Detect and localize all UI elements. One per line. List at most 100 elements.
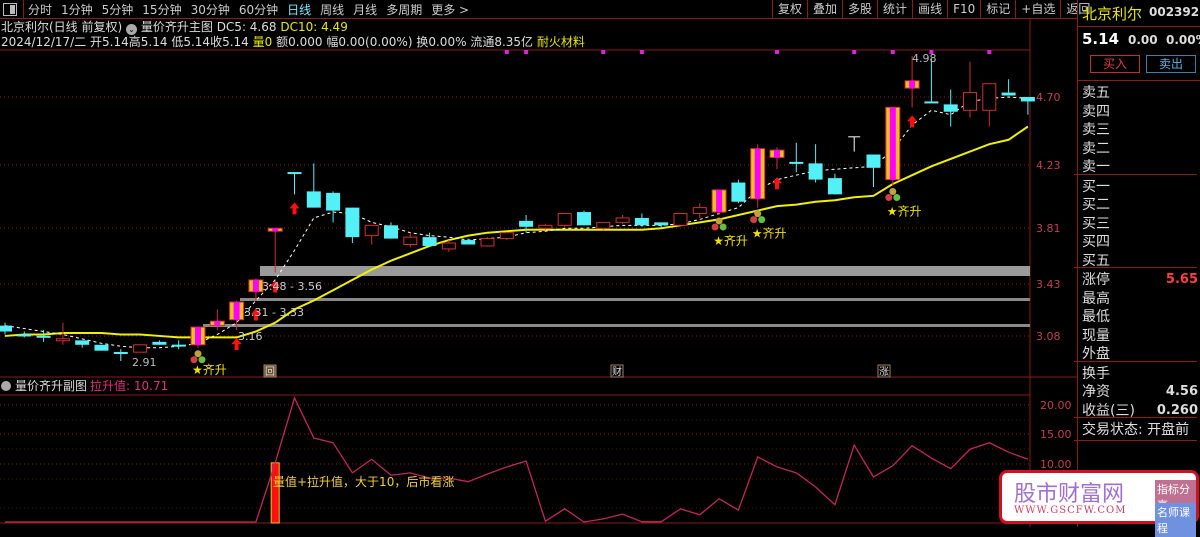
period-tab[interactable]: 多周期 bbox=[386, 3, 422, 17]
period-tab[interactable]: 15分钟 bbox=[142, 3, 181, 17]
divider bbox=[1074, 173, 1197, 175]
high-label: 4.98 bbox=[912, 52, 937, 65]
signal-label: ★齐升 bbox=[713, 233, 748, 248]
row-label: 交易状态: 开盘前 bbox=[1082, 422, 1190, 438]
ball-icon bbox=[754, 210, 762, 218]
candle-body-limit bbox=[774, 150, 780, 158]
row-label: 净资 bbox=[1082, 384, 1110, 400]
toolbar-button[interactable]: 统计 bbox=[877, 0, 912, 19]
range: 幅0.00(0.00%) bbox=[326, 35, 413, 49]
low-label: 2.91 bbox=[132, 356, 157, 369]
period-tab[interactable]: 5分钟 bbox=[102, 3, 134, 17]
watermark-url: WWW.GSCFW.COM bbox=[1014, 505, 1127, 516]
toolbar-button[interactable]: 复权 bbox=[772, 0, 807, 19]
candle-body-down bbox=[306, 191, 321, 208]
indicator-name[interactable]: 量价齐升主图 bbox=[141, 20, 213, 34]
toolbar-button[interactable]: 画线 bbox=[912, 0, 947, 19]
tool-buttons: 复权 叠加 多股 统计 画线 F10 标记 +自选 返回 bbox=[772, 0, 1095, 19]
period-tab[interactable]: 周线 bbox=[320, 3, 344, 17]
sector[interactable]: 耐火材料 bbox=[537, 35, 585, 49]
sell-button[interactable]: 卖出 bbox=[1146, 55, 1196, 73]
signal-dot bbox=[890, 50, 895, 54]
candle-body-limit bbox=[716, 189, 723, 213]
lift-value-line bbox=[5, 396, 1029, 523]
quote-line: 2024/12/17/二 开5.14高5.14 低5.14收5.14 量0 额0… bbox=[1, 35, 585, 50]
candle-body-down bbox=[731, 182, 746, 202]
candle-body-up bbox=[364, 224, 379, 237]
candle-body-down bbox=[789, 161, 804, 164]
toolbar-button[interactable]: +自选 bbox=[1015, 0, 1060, 19]
row-label: 卖二 bbox=[1082, 140, 1110, 157]
period-tab[interactable]: 60分钟 bbox=[239, 3, 278, 17]
row-label: 买一 bbox=[1082, 178, 1110, 195]
row-value: 4.56 bbox=[1165, 384, 1198, 399]
row-label: 买二 bbox=[1082, 197, 1110, 213]
quote-row: 交易状态: 开盘前 bbox=[1082, 421, 1200, 439]
period-tab[interactable]: 更多 > bbox=[431, 3, 469, 17]
candle-body-up bbox=[441, 242, 456, 250]
quote-row: 涨停 5.65 bbox=[1082, 271, 1200, 289]
toolbar-button[interactable]: 叠加 bbox=[807, 0, 842, 19]
toolbar-button[interactable]: 多股 bbox=[842, 0, 877, 19]
quote-row: 买二 bbox=[1082, 196, 1200, 214]
quote-row: 净资 4.56 bbox=[1082, 383, 1200, 401]
candle-body-up bbox=[403, 236, 418, 245]
sub-note: 量值+拉升值，大于10，后市看涨 bbox=[273, 474, 454, 489]
price-tick: 3.43 bbox=[1036, 278, 1061, 291]
date: 2024/12/17/二 bbox=[1, 35, 87, 49]
event-icon: 涨 bbox=[879, 366, 889, 378]
panel-toggle-icon[interactable] bbox=[3, 2, 17, 16]
signal-dot bbox=[524, 50, 529, 54]
signal-dot bbox=[852, 50, 857, 54]
signal-dot bbox=[775, 50, 779, 54]
candle-body-down bbox=[1001, 92, 1016, 96]
toolbar-button[interactable]: 标记 bbox=[980, 0, 1015, 19]
change-percent: 0.00% bbox=[1165, 33, 1200, 47]
candle-body-limit bbox=[252, 279, 259, 292]
dropdown-icon[interactable]: ⌄ bbox=[126, 24, 138, 35]
support-band bbox=[240, 298, 1030, 301]
buy-button[interactable]: 买入 bbox=[1090, 55, 1140, 73]
quote-row: 最低 bbox=[1082, 308, 1200, 326]
price-change: 0.00 0.00% bbox=[1128, 33, 1200, 47]
toolbar-button[interactable]: F10 bbox=[947, 0, 980, 19]
price-tick: 3.08 bbox=[1036, 330, 1061, 343]
candle-body-limit bbox=[233, 302, 240, 320]
candle-body-up bbox=[596, 221, 611, 229]
candle-body-up bbox=[499, 232, 514, 240]
ball-icon bbox=[893, 193, 901, 201]
candle-body-down bbox=[654, 222, 669, 226]
row-label: 买四 bbox=[1082, 234, 1110, 250]
period-tab[interactable]: 1分钟 bbox=[61, 3, 93, 17]
candle-body-down bbox=[152, 341, 167, 345]
high: 高5.14 bbox=[128, 35, 168, 49]
sub-value: 拉升值: 10.71 bbox=[90, 378, 168, 393]
period-tab[interactable]: 月线 bbox=[353, 3, 377, 17]
candle-body-down bbox=[384, 225, 398, 239]
dc5-value: DC5: 4.68 bbox=[216, 20, 277, 34]
period-tab[interactable]: 分时 bbox=[28, 3, 52, 17]
candle-body-up bbox=[133, 344, 148, 353]
event-icon: 财 bbox=[612, 365, 622, 378]
period-tab[interactable]: 30分钟 bbox=[191, 3, 230, 17]
signal-label: ★齐升 bbox=[887, 203, 922, 218]
candle-body-limit bbox=[195, 327, 201, 345]
candle-body-up bbox=[982, 83, 997, 111]
period-tab[interactable]: 日线 bbox=[287, 3, 311, 17]
row-label: 买三 bbox=[1082, 215, 1110, 232]
signal-label: ★齐升 bbox=[192, 362, 227, 377]
candle-body-up bbox=[963, 92, 977, 111]
ball-icon bbox=[194, 350, 202, 358]
price-tick: 4.23 bbox=[1036, 159, 1061, 172]
low: 低5.14 bbox=[171, 35, 211, 49]
row-label: 卖四 bbox=[1082, 103, 1110, 120]
ball-icon bbox=[750, 216, 758, 224]
volume-label: 量 bbox=[252, 35, 265, 49]
candle-body-limit bbox=[909, 80, 916, 89]
watermark-name: 股市财富网 bbox=[1014, 482, 1125, 507]
ball-icon bbox=[889, 187, 897, 195]
band-label: 3.31 - 3.33 bbox=[244, 306, 304, 319]
sub-title: 量价齐升副图 bbox=[15, 378, 87, 393]
candle-body-up bbox=[538, 224, 553, 229]
kline-chart[interactable]: 4.704.233.813.433.0820.0015.0010.00★齐升★齐… bbox=[0, 0, 1077, 527]
